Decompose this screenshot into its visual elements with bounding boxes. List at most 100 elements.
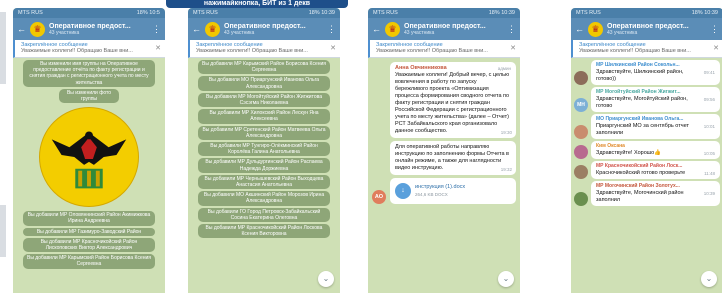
group-avatar[interactable]: ♛ xyxy=(30,21,45,37)
message-author: МР Могойтуйский Район Жигжит... xyxy=(596,89,681,95)
chat-message[interactable]: МР Красночикойский Район Лоск... 11:48 Кра… xyxy=(591,161,720,179)
more-menu-icon[interactable]: ⋮ xyxy=(507,24,516,35)
close-icon[interactable]: ✕ xyxy=(510,44,516,52)
scroll-down-button[interactable]: ⌄ xyxy=(318,271,334,287)
close-icon[interactable]: ✕ xyxy=(155,44,161,52)
pinned-message[interactable]: Закреплённое сообщение Уважаемые коллеги… xyxy=(571,40,722,58)
scroll-down-button[interactable]: ⌄ xyxy=(498,271,514,287)
chat-title-block[interactable]: Оперативное предост... 43 участника xyxy=(49,23,148,36)
message-author: Ким Оксана xyxy=(596,143,625,149)
pinned-text: Уважаемые коллеги!! Обращаю Ваше вни... xyxy=(376,48,488,54)
message-text: 10:05 Здравствуйте! Хорошо👍 xyxy=(596,150,715,157)
message-text: Для оперативной работы направляю инструк… xyxy=(395,144,509,171)
service-message: Вы добавили МР Чернышевский Район Выходц… xyxy=(198,174,330,190)
status-bar: MTS RUS 18% 10:39 xyxy=(368,8,520,18)
more-menu-icon[interactable]: ⋮ xyxy=(152,24,161,35)
chat-message-row[interactable]: МР Шилкинский Район Сокольн... 09:41 Здрав… xyxy=(574,60,720,85)
file-attachment[interactable]: ↓ инструкция (1).docx 264,6 KB DOCX xyxy=(395,183,511,199)
group-avatar[interactable]: ♛ xyxy=(385,21,400,37)
avatar[interactable] xyxy=(574,125,588,139)
left-edge-strip xyxy=(0,205,6,257)
back-arrow-icon[interactable]: ← xyxy=(17,24,26,34)
close-icon[interactable]: ✕ xyxy=(713,44,719,52)
pinned-text: Уважаемые коллеги!! Обращаю Ваше вни... xyxy=(21,48,133,54)
avatar[interactable]: АО xyxy=(372,190,386,204)
chat-message-row[interactable]: МР Могочинский Район Золотух... 10:39 Здра… xyxy=(574,181,720,206)
chat-message-row[interactable]: Ким Оксана 10:05 Здравствуйте! Хорошо👍 xyxy=(574,141,720,159)
message-text-content: Красночикойский готово проверьте xyxy=(596,170,686,176)
avatar[interactable] xyxy=(574,71,588,85)
pinned-message[interactable]: Закреплённое сообщение Уважаемые коллеги… xyxy=(188,40,340,58)
battery-time: 18% 10:39 xyxy=(488,10,515,16)
message-text-content: Приаргунский МО за сентябрь отчет заполн… xyxy=(596,123,689,136)
phone-screen-4: MTS RUS 18% 10:39 ← ♛ Оперативное предос… xyxy=(571,8,722,293)
chat-subtitle: 43 участника xyxy=(607,29,638,36)
avatar[interactable]: МН xyxy=(574,98,588,112)
message-feed[interactable]: Анна Овчинникова админ Уважаемые коллеги… xyxy=(368,58,520,293)
message-author: МР Могочинский Район Золотух... xyxy=(596,183,680,189)
service-message: Вы добавили МР Карымский Район Борисова … xyxy=(198,60,330,75)
chat-message[interactable]: МР Могочинский Район Золотух... 10:39 Здра… xyxy=(591,181,720,206)
chat-title-block[interactable]: Оперативное предост... 43 участника xyxy=(607,23,706,36)
message-text: 10:39 Здравствуйте, Могочинский район зап… xyxy=(596,190,715,204)
avatar[interactable] xyxy=(574,145,588,159)
more-menu-icon[interactable]: ⋮ xyxy=(327,24,336,35)
battery-time: 18% 10:39 xyxy=(308,10,335,16)
avatar[interactable] xyxy=(574,192,588,206)
status-bar: MTS RUS 18% 10:39 xyxy=(188,8,340,18)
avatar[interactable] xyxy=(574,165,588,179)
carrier-label: MTS RUS xyxy=(18,10,43,16)
chat-message-row[interactable]: МН МР Могойтуйский Район Жигжит... 09:56 Зд… xyxy=(574,87,720,112)
back-arrow-icon[interactable]: ← xyxy=(575,24,584,34)
more-menu-icon[interactable]: ⋮ xyxy=(710,24,719,35)
back-arrow-icon[interactable]: ← xyxy=(372,24,381,34)
chat-message[interactable]: Ким Оксана 10:05 Здравствуйте! Хорошо👍 xyxy=(591,141,720,159)
status-bar: MTS RUS 18% 10:5 xyxy=(13,8,165,18)
battery-time: 18% 10:5 xyxy=(136,10,160,16)
scroll-down-button[interactable]: ⌄ xyxy=(701,271,717,287)
close-icon[interactable]: ✕ xyxy=(330,44,336,52)
pinned-message[interactable]: Закреплённое сообщение Уважаемые коллеги… xyxy=(368,40,520,58)
service-message: Вы добавили МР Дульдургинский Район Расп… xyxy=(198,158,330,173)
message-time: 11:48 xyxy=(704,171,715,176)
chat-subtitle: 43 участника xyxy=(224,29,255,36)
carrier-label: MTS RUS xyxy=(576,10,601,16)
message-text-content: Здравствуйте, Могочинский район заполнил xyxy=(596,190,684,203)
chat-message[interactable]: МР Шилкинский Район Сокольн... 09:41 Здрав… xyxy=(591,60,720,85)
back-arrow-icon[interactable]: ← xyxy=(192,24,201,34)
chat-message-row[interactable]: МО Приаргунский Иванова Ольга... 10:01 При… xyxy=(574,114,720,139)
message-text-content: Здравствуйте! Хорошо👍 xyxy=(596,150,662,156)
chat-message[interactable]: Анна Овчинникова админ Уважаемые коллеги… xyxy=(390,62,516,138)
message-text: 09:56 Здравствуйте, Могойтуйский район, г… xyxy=(596,96,715,110)
service-message: Вы добавили МР Тунгиро-Олёкминский Район… xyxy=(198,142,330,157)
chat-subtitle: 43 участника xyxy=(404,29,435,36)
service-message: Вы добавили МР Оловяннинский Район Акими… xyxy=(23,211,155,226)
carrier-label: MTS RUS xyxy=(373,10,398,16)
service-message: Вы изменили имя группы на Оперативное пр… xyxy=(23,60,155,87)
chat-title-block[interactable]: Оперативное предост... 43 участника xyxy=(224,23,323,36)
chat-message-row[interactable]: МР Красночикойский Район Лоск... 11:48 Кра… xyxy=(574,161,720,179)
message-text-content: Здравствуйте, Могойтуйский район, готово xyxy=(596,96,688,109)
pinned-message[interactable]: Закреплённое сообщение Уважаемые коллеги… xyxy=(13,40,165,58)
file-message[interactable]: АО ↓ инструкция (1).docx 264,6 KB DOCX xyxy=(372,178,516,204)
message-author: МР Шилкинский Район Сокольн... xyxy=(596,62,680,68)
screenshot-collage: нажимайкнопка, БИТ из 1 декв MTS RUS 18%… xyxy=(0,0,722,293)
chat-message[interactable]: МР Могойтуйский Район Жигжит... 09:56 Здра… xyxy=(591,87,720,112)
group-photo-emblem[interactable] xyxy=(39,107,139,208)
eagle-emblem-icon xyxy=(51,131,127,189)
message-feed[interactable]: Вы добавили МР Карымский Район Борисова … xyxy=(188,58,340,293)
chevron-down-icon: ⌄ xyxy=(322,274,330,283)
chat-message[interactable]: Для оперативной работы направляю инструк… xyxy=(390,141,516,175)
message-feed[interactable]: Вы изменили имя группы на Оперативное пр… xyxy=(13,58,165,293)
group-avatar[interactable]: ♛ xyxy=(205,21,220,37)
chat-message[interactable]: МО Приаргунский Иванова Ольга... 10:01 При… xyxy=(591,114,720,139)
message-feed[interactable]: МР Шилкинский Район Сокольн... 09:41 Здрав… xyxy=(571,58,722,293)
chat-title-block[interactable]: Оперативное предост... 43 участника xyxy=(404,23,503,36)
group-avatar[interactable]: ♛ xyxy=(588,21,603,37)
chevron-down-icon: ⌄ xyxy=(705,274,713,283)
top-banner: нажимайкнопка, БИТ из 1 декв xyxy=(166,0,348,8)
status-bar: MTS RUS 18% 10:39 xyxy=(571,8,722,18)
battery-time: 18% 10:39 xyxy=(691,10,718,16)
service-message: Вы добавили МР Сретенский Район Матвеева… xyxy=(198,125,330,141)
message-time: 19:30 xyxy=(500,130,512,135)
